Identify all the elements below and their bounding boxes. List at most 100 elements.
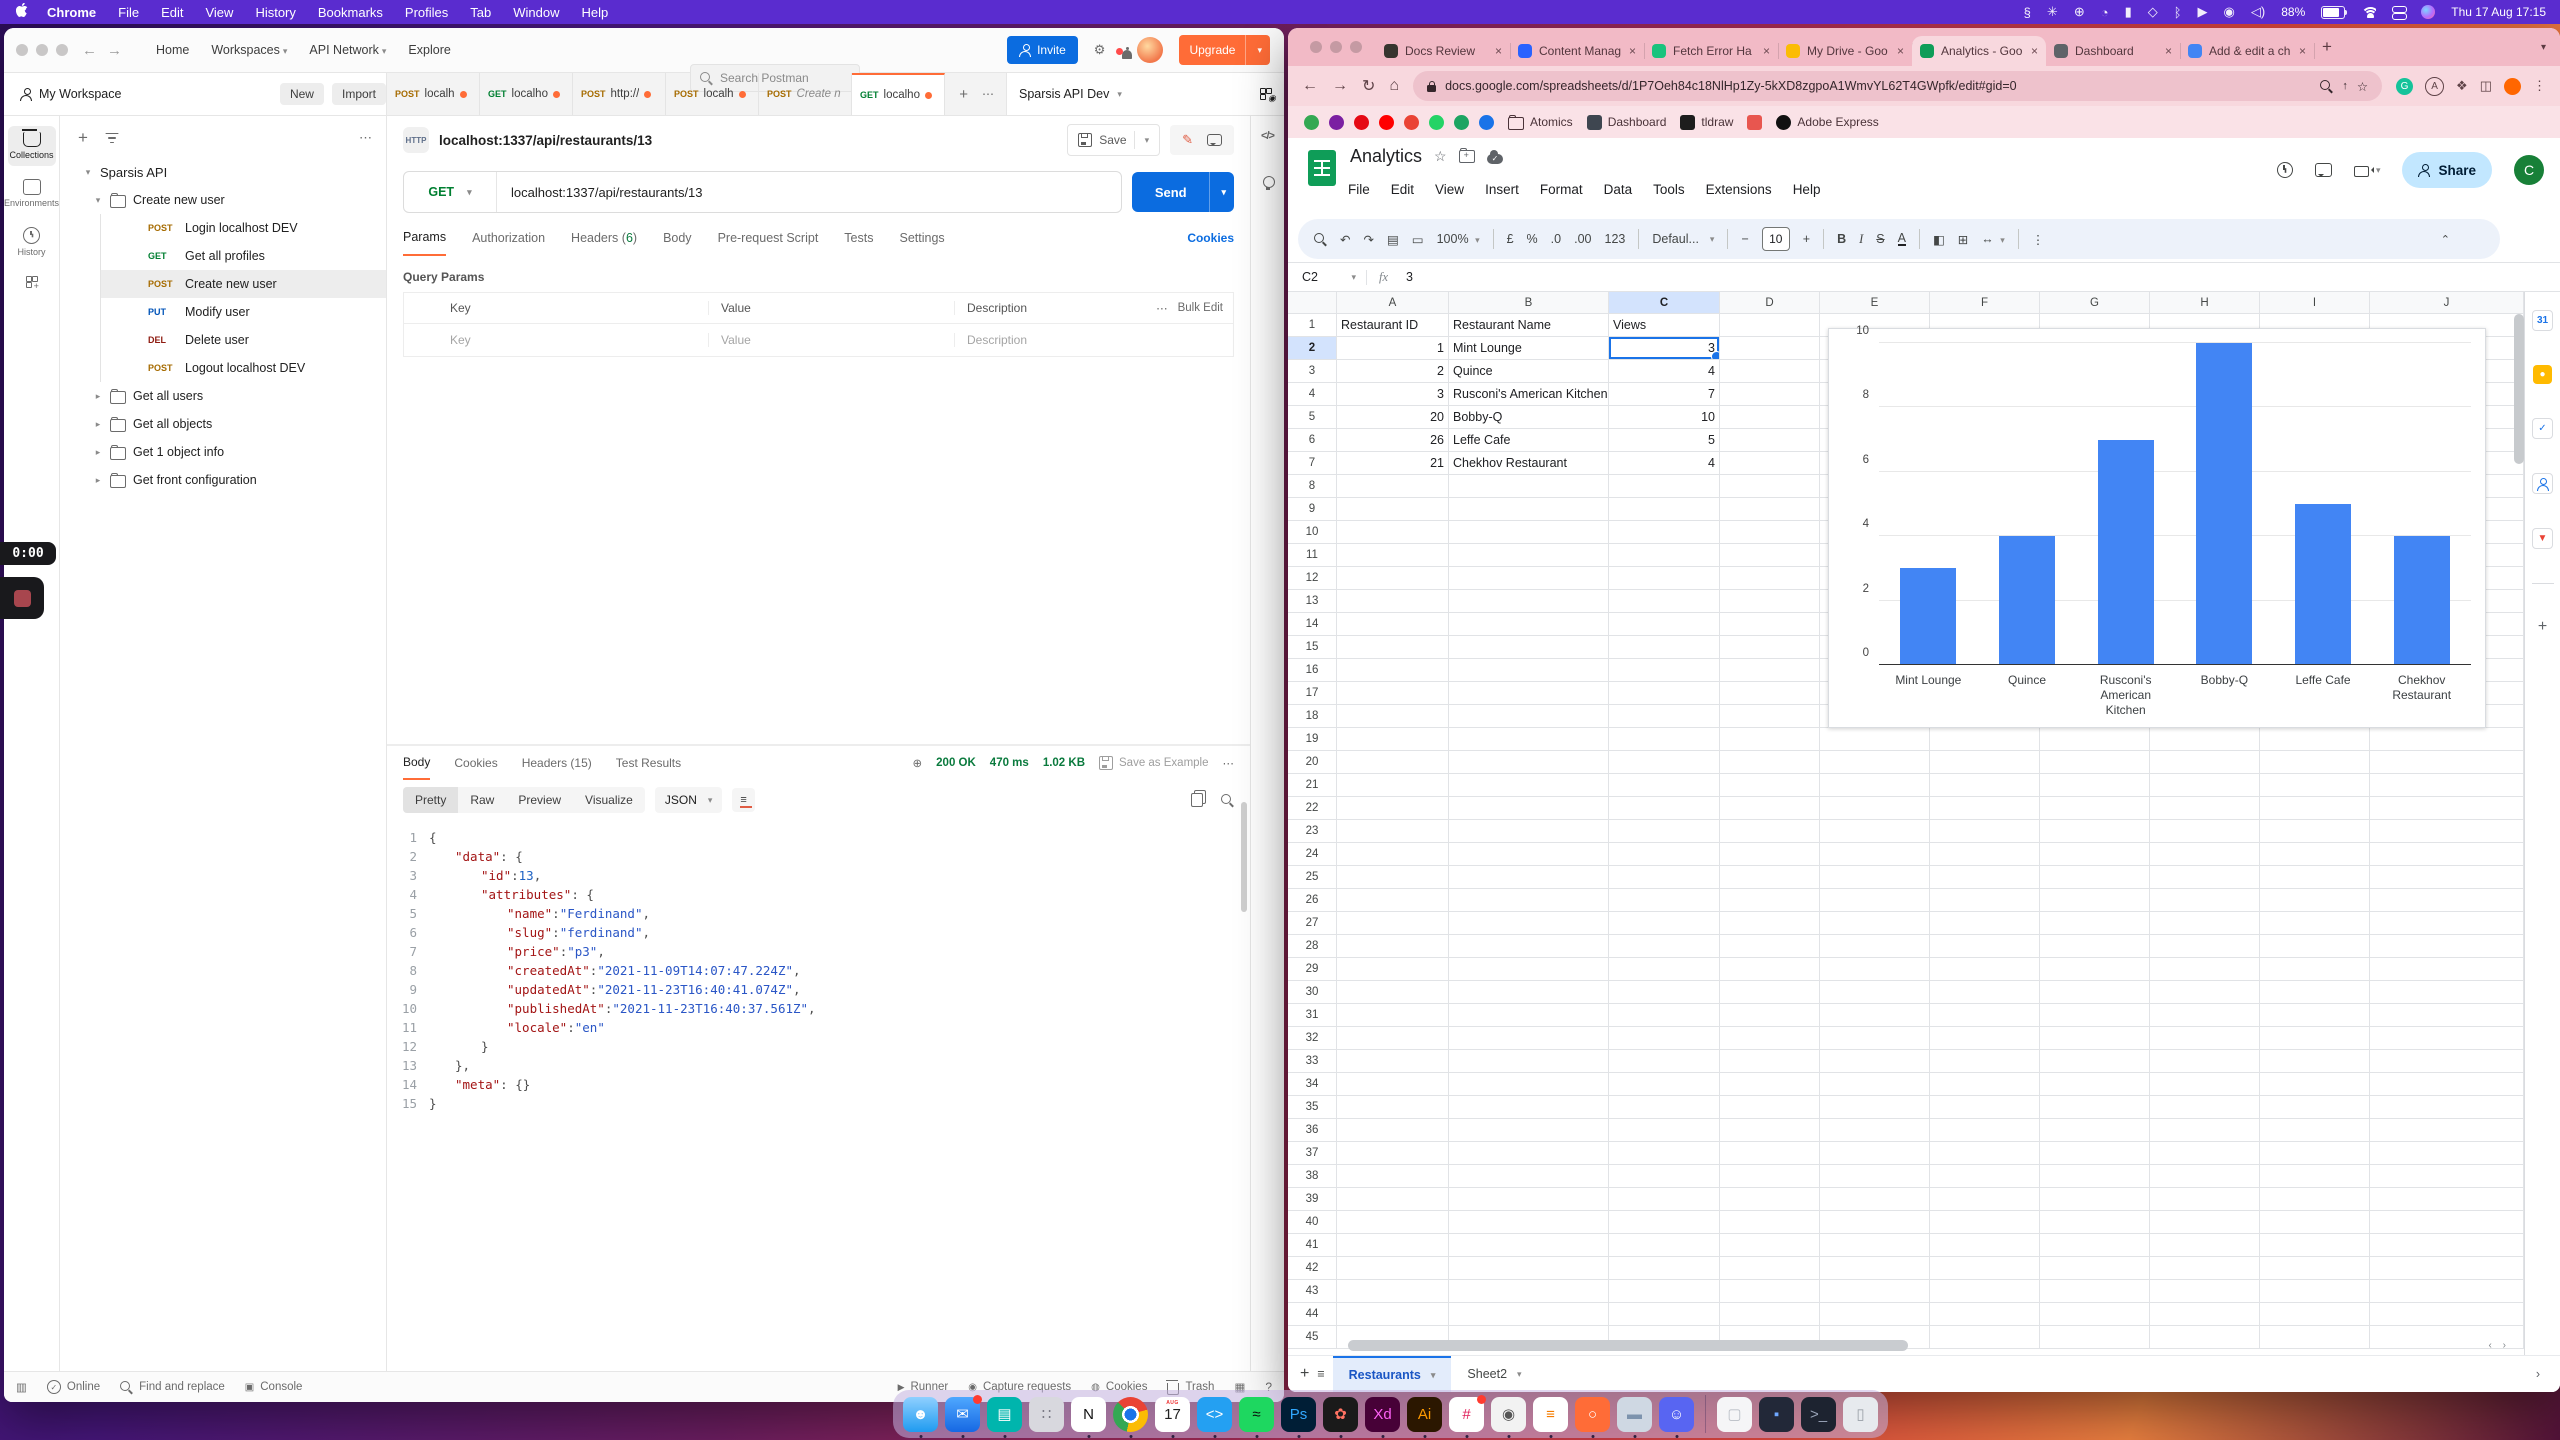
bookmark-favicon[interactable] xyxy=(1379,115,1394,130)
row-header-7[interactable]: 7 xyxy=(1288,452,1337,475)
code-snippet-icon[interactable]: </> xyxy=(1261,130,1274,142)
url-input[interactable]: GET▾ localhost:1337/api/restaurants/13 xyxy=(403,171,1122,213)
cell-A25[interactable] xyxy=(1337,866,1449,889)
response-more-icon[interactable]: ⋯ xyxy=(1223,756,1235,770)
menu-item-tab[interactable]: Tab xyxy=(470,5,491,20)
borders-icon[interactable]: ⊞ xyxy=(1958,232,1968,247)
cell-I24[interactable] xyxy=(2260,843,2370,866)
cell-D17[interactable] xyxy=(1720,682,1820,705)
cell-H32[interactable] xyxy=(2150,1027,2260,1050)
toolbar-search-icon[interactable] xyxy=(1314,233,1327,246)
sheets-menu-data[interactable]: Data xyxy=(1604,182,1633,197)
status-app-icon-5[interactable]: ◇ xyxy=(2148,4,2158,20)
account-avatar[interactable]: C xyxy=(2514,155,2544,185)
collection-request[interactable]: POSTLogin localhost DEV xyxy=(100,214,386,242)
lightbulb-icon[interactable] xyxy=(1262,176,1274,190)
row-header-10[interactable]: 10 xyxy=(1288,521,1337,544)
dock-figma[interactable]: ✿ xyxy=(1323,1397,1358,1432)
cell-C40[interactable] xyxy=(1609,1211,1720,1234)
cell-C44[interactable] xyxy=(1609,1303,1720,1326)
view-tab-raw[interactable]: Raw xyxy=(458,787,506,813)
bookmark-favicon[interactable] xyxy=(1454,115,1469,130)
collection-root[interactable]: ▾Sparsis API xyxy=(60,158,386,186)
forward-button[interactable]: → xyxy=(1332,77,1348,95)
cell-D18[interactable] xyxy=(1720,705,1820,728)
collection-request[interactable]: GETGet all profiles xyxy=(100,242,386,270)
cell-F24[interactable] xyxy=(1930,843,2040,866)
cell-A41[interactable] xyxy=(1337,1234,1449,1257)
find-and-replace-button[interactable]: Find and replace xyxy=(120,1381,225,1394)
docker-icon[interactable]: ⊕ xyxy=(2074,4,2085,20)
all-sheets-icon[interactable]: ≡ xyxy=(1317,1367,1324,1381)
reload-button[interactable]: ↻ xyxy=(1362,76,1375,96)
sidebar-toggle-icon[interactable]: ▥ xyxy=(16,1380,27,1394)
cell-D4[interactable] xyxy=(1720,383,1820,406)
sheets-menu-format[interactable]: Format xyxy=(1540,182,1583,197)
collection-request[interactable]: DELDelete user xyxy=(100,326,386,354)
cell-D20[interactable] xyxy=(1720,751,1820,774)
cell-B21[interactable] xyxy=(1449,774,1609,797)
cell-D11[interactable] xyxy=(1720,544,1820,567)
cell-C14[interactable] xyxy=(1609,613,1720,636)
share-icon[interactable]: ↑ xyxy=(2342,80,2348,92)
cell-J26[interactable] xyxy=(2370,889,2524,912)
browser-tab[interactable]: My Drive - Goo× xyxy=(1778,36,1912,66)
row-header-17[interactable]: 17 xyxy=(1288,682,1337,705)
cell-J35[interactable] xyxy=(2370,1096,2524,1119)
cell-I20[interactable] xyxy=(2260,751,2370,774)
cell-C38[interactable] xyxy=(1609,1165,1720,1188)
cell-A35[interactable] xyxy=(1337,1096,1449,1119)
cell-D40[interactable] xyxy=(1720,1211,1820,1234)
cell-C2[interactable]: 3 xyxy=(1609,337,1720,360)
cell-H20[interactable] xyxy=(2150,751,2260,774)
cell-C6[interactable]: 5 xyxy=(1609,429,1720,452)
cell-C28[interactable] xyxy=(1609,935,1720,958)
status-app-icon-4[interactable]: ▮ xyxy=(2125,4,2132,20)
close-tab-icon[interactable]: × xyxy=(2165,44,2172,58)
cell-I39[interactable] xyxy=(2260,1188,2370,1211)
grammarly-extension-icon[interactable]: G xyxy=(2396,78,2413,95)
column-header-I[interactable]: I xyxy=(2260,292,2370,313)
cell-A40[interactable] xyxy=(1337,1211,1449,1234)
cell-G31[interactable] xyxy=(2040,1004,2150,1027)
cell-H38[interactable] xyxy=(2150,1165,2260,1188)
cell-A29[interactable] xyxy=(1337,958,1449,981)
close-tab-icon[interactable]: × xyxy=(2031,44,2038,58)
cell-D5[interactable] xyxy=(1720,406,1820,429)
cell-G35[interactable] xyxy=(2040,1096,2150,1119)
cell-C20[interactable] xyxy=(1609,751,1720,774)
request-section-tab[interactable]: Pre-request Script xyxy=(718,220,819,256)
cell-B43[interactable] xyxy=(1449,1280,1609,1303)
move-to-folder-icon[interactable] xyxy=(1459,150,1475,163)
cell-C37[interactable] xyxy=(1609,1142,1720,1165)
cell-H44[interactable] xyxy=(2150,1303,2260,1326)
cell-J19[interactable] xyxy=(2370,728,2524,751)
cell-G25[interactable] xyxy=(2040,866,2150,889)
cell-C31[interactable] xyxy=(1609,1004,1720,1027)
cell-B31[interactable] xyxy=(1449,1004,1609,1027)
row-header-18[interactable]: 18 xyxy=(1288,705,1337,728)
name-box[interactable]: C2▾ xyxy=(1288,270,1366,284)
cell-F35[interactable] xyxy=(1930,1096,2040,1119)
cell-C9[interactable] xyxy=(1609,498,1720,521)
cell-B9[interactable] xyxy=(1449,498,1609,521)
cell-E42[interactable] xyxy=(1820,1257,1930,1280)
row-header-19[interactable]: 19 xyxy=(1288,728,1337,751)
cell-F34[interactable] xyxy=(1930,1073,2040,1096)
comments-icon[interactable] xyxy=(2315,163,2332,177)
new-button[interactable]: New xyxy=(280,83,324,105)
cell-E26[interactable] xyxy=(1820,889,1930,912)
cell-J37[interactable] xyxy=(2370,1142,2524,1165)
cell-I45[interactable] xyxy=(2260,1326,2370,1349)
row-header-1[interactable]: 1 xyxy=(1288,314,1337,337)
cell-A19[interactable] xyxy=(1337,728,1449,751)
cell-D41[interactable] xyxy=(1720,1234,1820,1257)
menu-item-history[interactable]: History xyxy=(255,5,295,20)
sheet-tab-sheet2[interactable]: Sheet2▾ xyxy=(1451,1356,1537,1392)
status-app-icon-1[interactable]: § xyxy=(2024,5,2031,20)
cell-C18[interactable] xyxy=(1609,705,1720,728)
fill-color-icon[interactable]: ◧ xyxy=(1933,232,1945,247)
bookmark-star-icon[interactable]: ☆ xyxy=(2357,79,2368,94)
row-header-37[interactable]: 37 xyxy=(1288,1142,1337,1165)
row-header-15[interactable]: 15 xyxy=(1288,636,1337,659)
